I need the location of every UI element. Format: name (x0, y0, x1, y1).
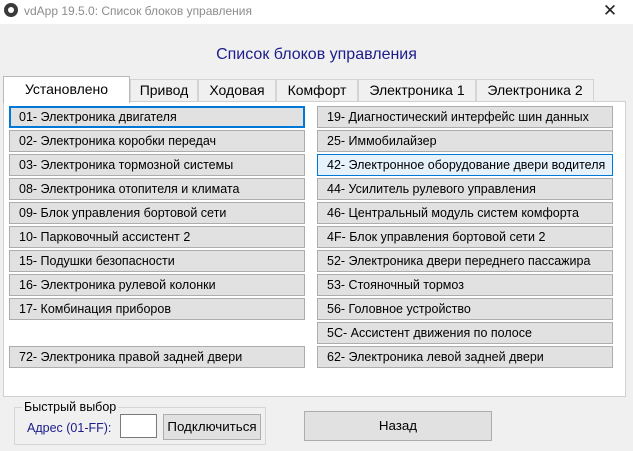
title-bar: vdApp 19.5.0: Список блоков управления ✕ (0, 0, 633, 24)
module-button-09[interactable]: 09- Блок управления бортовой сети (9, 202, 305, 224)
module-button-52[interactable]: 52- Электроника двери переднего пассажир… (317, 250, 613, 272)
module-button-03[interactable]: 03- Электроника тормозной системы (9, 154, 305, 176)
module-button-02[interactable]: 02- Электроника коробки передач (9, 130, 305, 152)
address-label: Адрес (01-FF): (27, 421, 112, 435)
address-input[interactable] (120, 414, 157, 438)
connect-button[interactable]: Подключиться (163, 414, 261, 440)
tab-electronics-1[interactable]: Электроника 1 (358, 79, 476, 101)
module-button-15[interactable]: 15- Подушки безопасности (9, 250, 305, 272)
module-button-56[interactable]: 56- Головное устройство (317, 298, 613, 320)
module-button-72[interactable]: 72- Электроника правой задней двери (9, 346, 305, 368)
module-button-08[interactable]: 08- Электроника отопителя и климата (9, 178, 305, 200)
page-title: Список блоков управления (216, 46, 417, 63)
module-button-16[interactable]: 16- Электроника рулевой колонки (9, 274, 305, 296)
module-button-44[interactable]: 44- Усилитель рулевого управления (317, 178, 613, 200)
tab-chassis[interactable]: Ходовая (198, 79, 276, 101)
window-title: vdApp 19.5.0: Список блоков управления (24, 4, 253, 18)
back-button[interactable]: Назад (304, 411, 492, 441)
module-button-25[interactable]: 25- Иммобилайзер (317, 130, 613, 152)
module-button-42[interactable]: 42- Электронное оборудование двери водит… (317, 154, 613, 176)
close-icon[interactable]: ✕ (587, 0, 633, 24)
module-button-01[interactable]: 01- Электроника двигателя (9, 106, 305, 128)
quick-select-legend: Быстрый выбор (22, 400, 119, 414)
tab-drive[interactable]: Привод (130, 79, 198, 101)
module-button-10[interactable]: 10- Парковочный ассистент 2 (9, 226, 305, 248)
tab-comfort[interactable]: Комфорт (276, 79, 358, 101)
tab-electronics-2[interactable]: Электроника 2 (476, 79, 594, 101)
module-button-5c[interactable]: 5C- Ассистент движения по полосе (317, 322, 613, 344)
module-button-4f[interactable]: 4F- Блок управления бортовой сети 2 (317, 226, 613, 248)
module-button-19[interactable]: 19- Диагностический интерфейс шин данных (317, 106, 613, 128)
module-button-46[interactable]: 46- Центральный модуль систем комфорта (317, 202, 613, 224)
tab-installed[interactable]: Установлено (3, 76, 130, 103)
module-button-17[interactable]: 17- Комбинация приборов (9, 298, 305, 320)
module-button-62[interactable]: 62- Электроника левой задней двери (317, 346, 613, 368)
app-icon (4, 3, 18, 17)
module-button-53[interactable]: 53- Стояночный тормоз (317, 274, 613, 296)
